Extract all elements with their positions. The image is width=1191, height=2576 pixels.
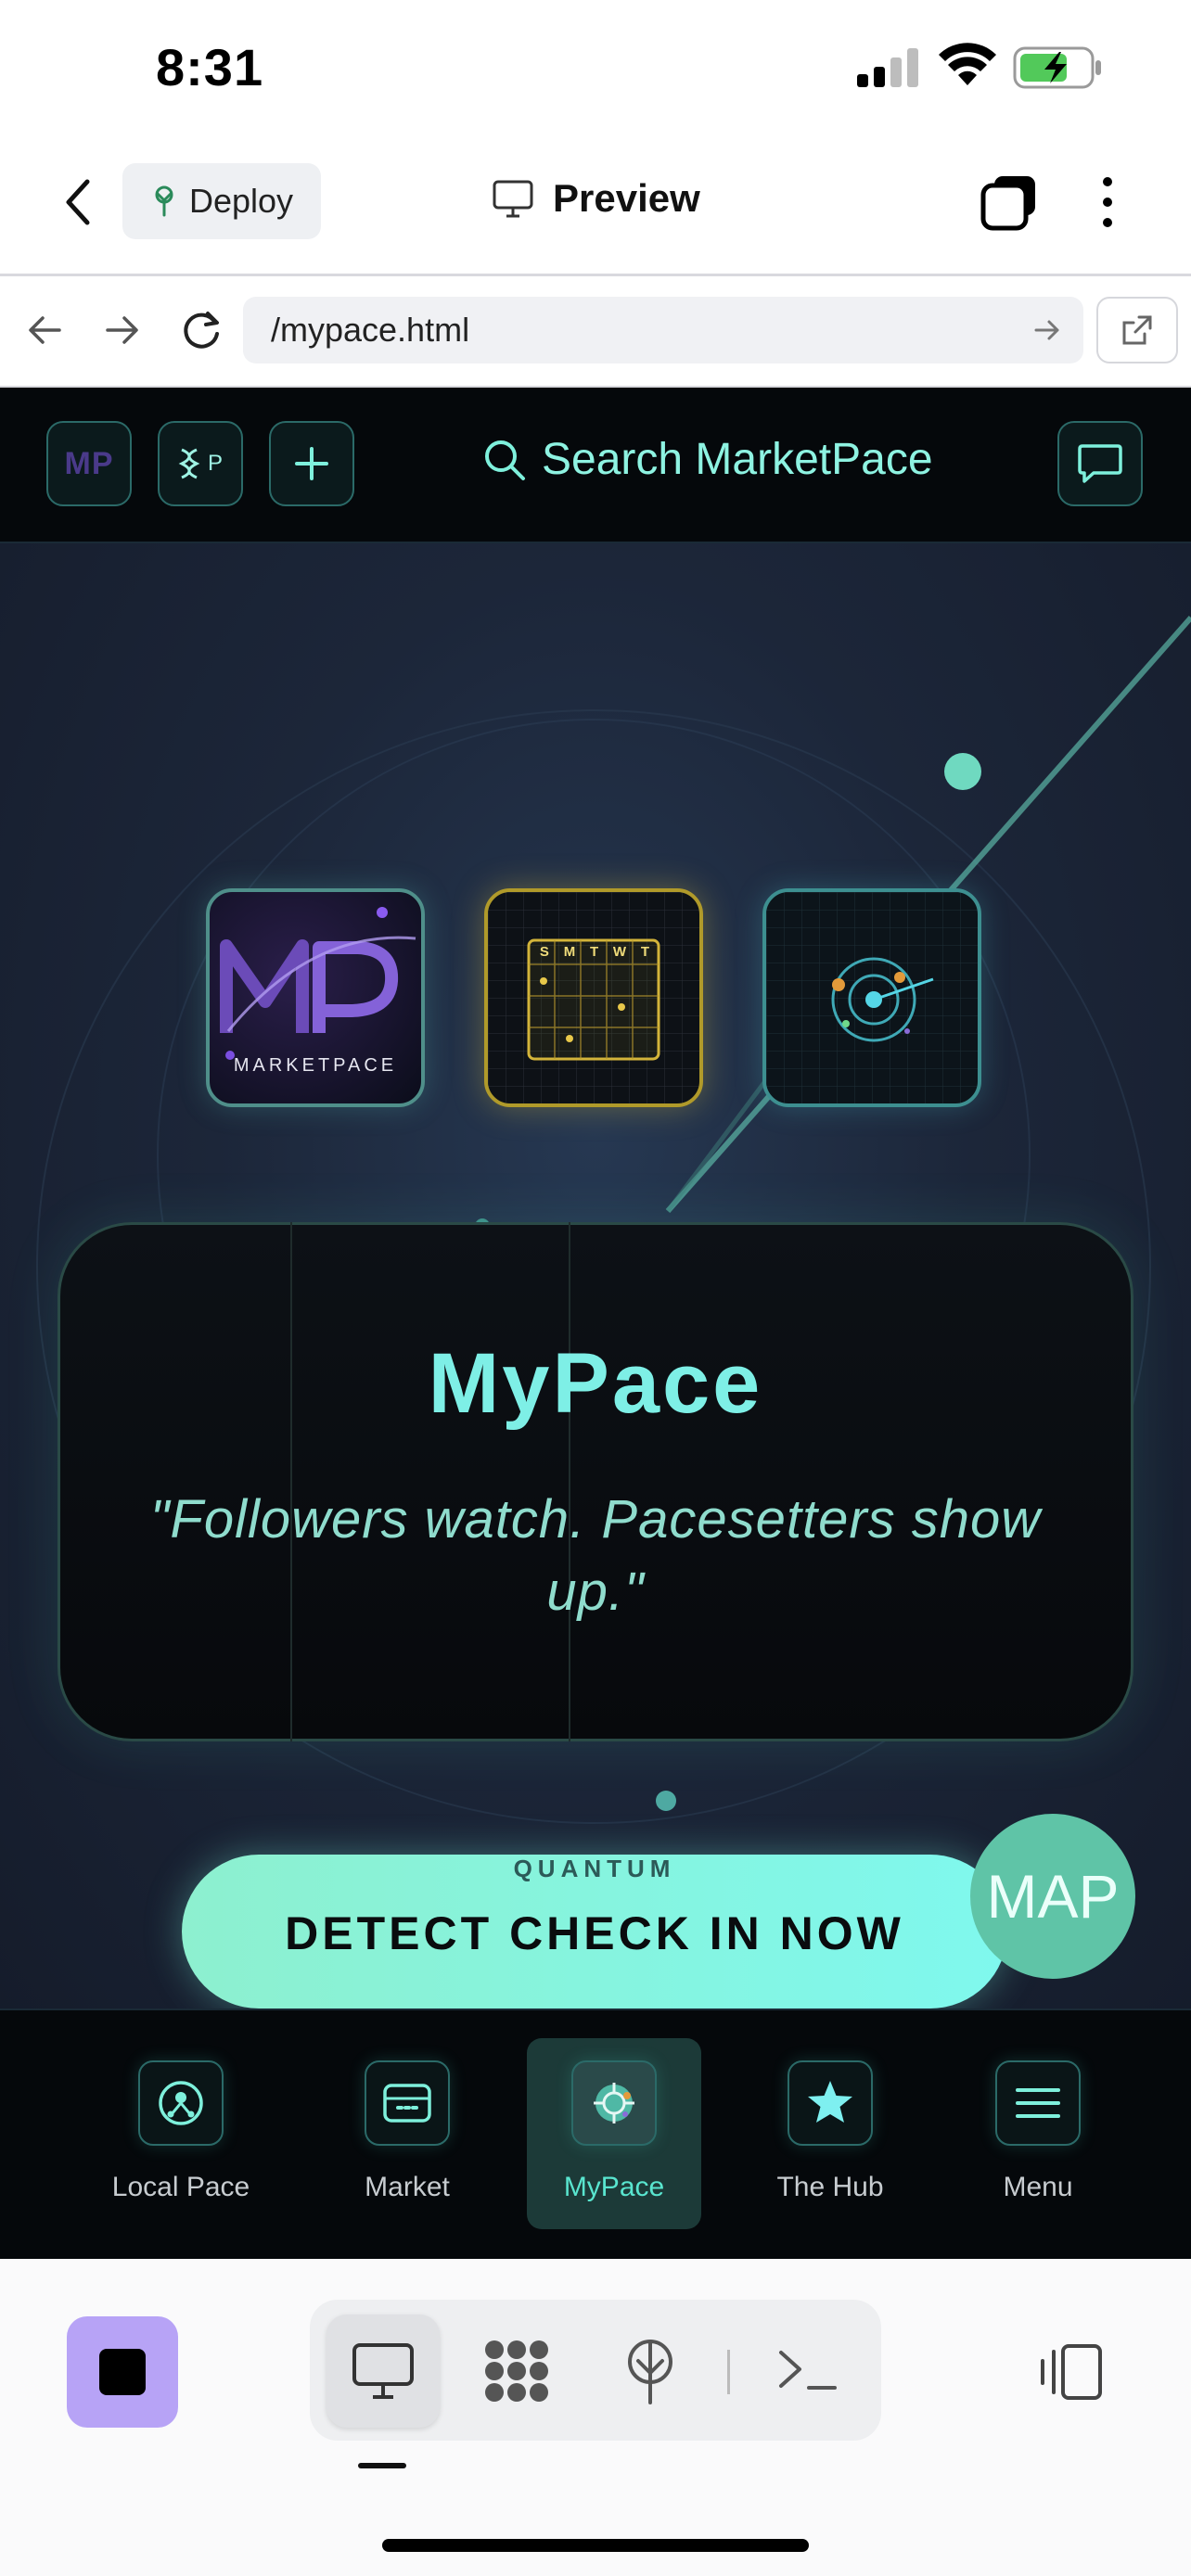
monitor-icon — [352, 2343, 414, 2399]
calendar-day: M — [563, 944, 576, 960]
stop-button[interactable] — [67, 2316, 178, 2428]
url-field[interactable]: /mypace.html — [243, 297, 1083, 363]
cta-label: DETECT CHECK IN NOW — [285, 1907, 904, 1959]
nav-mypace[interactable]: MyPace — [527, 2038, 701, 2229]
star-icon — [788, 2060, 873, 2146]
nav-label: MyPace — [563, 2172, 665, 2202]
preview-title: Preview — [492, 176, 700, 221]
mode-code-button[interactable] — [460, 2315, 573, 2428]
deploy-button[interactable]: Deploy — [122, 163, 321, 239]
nav-menu[interactable]: Menu — [959, 2038, 1117, 2229]
calendar-tile[interactable]: S M T W T — [484, 888, 703, 1107]
deploy-tree-icon — [155, 185, 173, 217]
radar-tile[interactable] — [762, 888, 981, 1107]
go-arrow-icon[interactable] — [1033, 317, 1061, 343]
deploy-tree-icon — [628, 2340, 672, 2404]
terminal-icon — [779, 2351, 837, 2390]
mode-divider — [727, 2350, 730, 2394]
calendar-grid-icon — [488, 892, 699, 1103]
external-link-icon — [1122, 315, 1152, 345]
url-text: /mypace.html — [271, 311, 470, 349]
reload-icon[interactable] — [180, 308, 223, 351]
tabs-icon[interactable] — [980, 172, 1039, 232]
nav-local-pace[interactable]: Local Pace — [102, 2038, 260, 2229]
nav-label: The Hub — [776, 2172, 884, 2202]
marketpace-logo-text: MARKETPACE — [233, 1055, 398, 1076]
site-search[interactable]: Search MarketPace — [482, 434, 933, 485]
mode-preview-button[interactable] — [327, 2315, 440, 2428]
cta-kicker: QUANTUM — [513, 1855, 676, 1882]
home-indicator — [382, 2539, 809, 2552]
stop-icon — [99, 2349, 146, 2395]
mp-logo-button[interactable]: MP — [46, 421, 132, 506]
search-icon — [485, 440, 525, 480]
battery-icon — [1013, 46, 1101, 89]
plus-icon — [295, 447, 328, 480]
grid-blocks-icon — [485, 2340, 548, 2402]
calendar-day: T — [640, 944, 650, 960]
card-grid-lines — [290, 1222, 570, 1741]
card-title: MyPace — [428, 1336, 763, 1431]
calendar-day: T — [589, 944, 599, 960]
panel-toggle-icon[interactable] — [1035, 2342, 1106, 2402]
chat-bubble-icon — [1078, 444, 1122, 483]
mode-deploy-button[interactable] — [594, 2315, 707, 2428]
status-time: 8:31 — [156, 38, 264, 96]
mypace-icon — [571, 2060, 657, 2146]
back-chevron-icon[interactable] — [61, 178, 95, 226]
browser-back-icon[interactable] — [26, 313, 63, 347]
mp-logo-text: MP — [64, 445, 114, 481]
calendar-day: S — [539, 944, 549, 960]
add-button[interactable] — [269, 421, 354, 506]
wifi-icon — [939, 43, 996, 85]
local-pace-icon — [138, 2060, 224, 2146]
open-external-button[interactable] — [1096, 297, 1178, 363]
calendar-day-labels: S M T W T — [532, 944, 657, 960]
signal-icon — [857, 48, 918, 87]
nav-the-hub[interactable]: The Hub — [751, 2038, 909, 2229]
profile-switch-button[interactable]: P — [158, 421, 243, 506]
search-placeholder: Search MarketPace — [542, 435, 933, 484]
monitor-icon — [493, 180, 533, 218]
dna-icon — [178, 448, 200, 479]
browser-forward-icon[interactable] — [104, 313, 141, 347]
map-label: MAP — [986, 1862, 1120, 1931]
nav-label: Local Pace — [111, 2172, 250, 2202]
nav-label: Menu — [1003, 2172, 1073, 2202]
more-vertical-icon[interactable] — [1098, 174, 1117, 230]
preview-label: Preview — [553, 176, 700, 220]
active-mode-indicator — [358, 2463, 406, 2468]
card-quote: "Followers watch. Pacesetters show up." — [149, 1489, 1042, 1622]
deploy-label: Deploy — [188, 182, 294, 220]
mode-terminal-button[interactable] — [751, 2315, 864, 2428]
nav-label: Market — [365, 2172, 450, 2202]
map-button[interactable]: MAP — [970, 1814, 1135, 1979]
profile-initial: P — [207, 451, 223, 476]
market-icon — [365, 2060, 450, 2146]
chat-button[interactable] — [1057, 421, 1143, 506]
nav-market[interactable]: Market — [328, 2038, 486, 2229]
radar-icon — [766, 892, 978, 1103]
menu-icon — [995, 2060, 1081, 2146]
marketpace-logo-tile[interactable]: MARKETPACE — [206, 888, 425, 1107]
calendar-day: W — [612, 944, 627, 960]
